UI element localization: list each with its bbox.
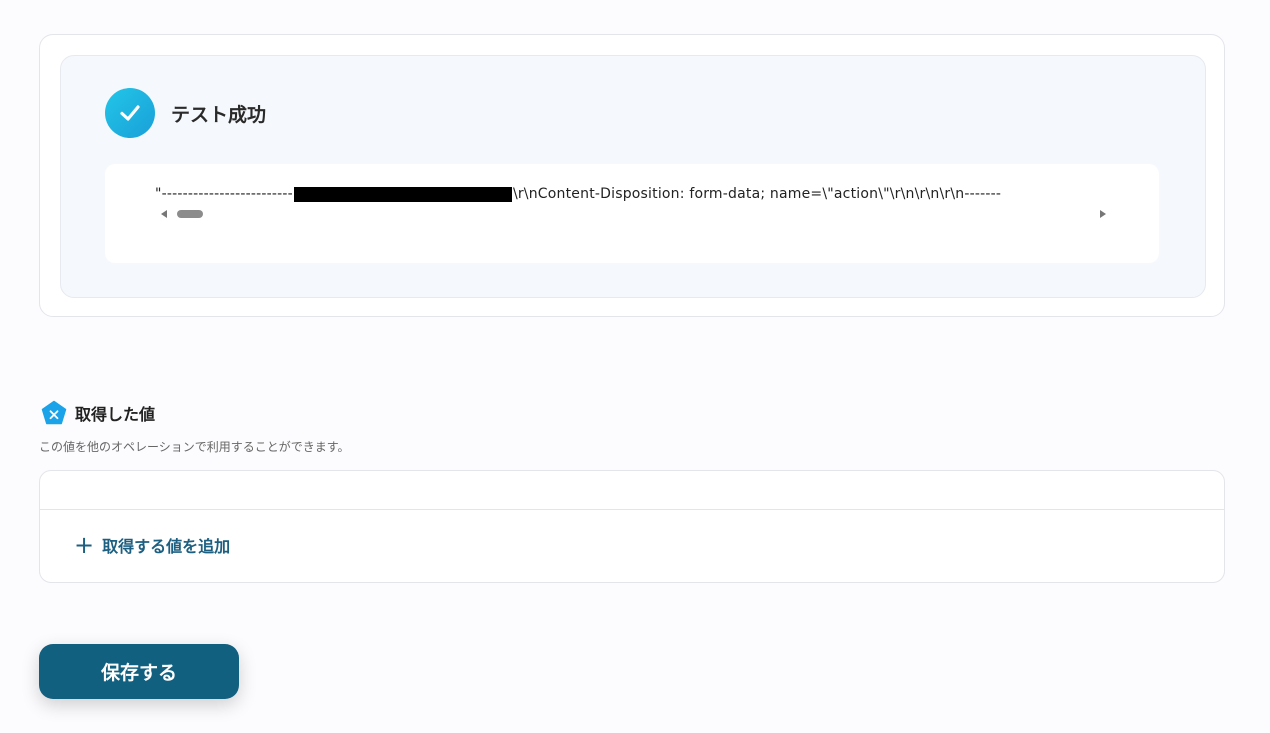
scroll-right-arrow-icon[interactable] xyxy=(1100,210,1106,218)
test-result-card: テスト成功 "------------------------- \r\nCont… xyxy=(39,34,1225,317)
save-button[interactable]: 保存する xyxy=(39,644,239,699)
redaction-block xyxy=(293,186,512,202)
test-output-text: "------------------------- \r\nContent-Di… xyxy=(155,186,1110,206)
pentagon-x-icon xyxy=(41,400,67,425)
acquired-values-card: + 取得する値を追加 xyxy=(39,470,1225,583)
test-result-panel: テスト成功 "------------------------- \r\nCont… xyxy=(60,55,1206,298)
horizontal-scrollbar[interactable] xyxy=(161,208,1106,220)
acquired-values-header: 取得した値 xyxy=(41,400,155,426)
scrollbar-thumb[interactable] xyxy=(177,210,203,218)
acquired-values-description: この値を他のオペレーションで利用することができます。 xyxy=(39,440,350,454)
divider xyxy=(40,509,1224,510)
check-circle-icon xyxy=(105,88,155,138)
test-output-box: "------------------------- \r\nContent-Di… xyxy=(105,164,1159,263)
output-suffix: \r\nContent-Disposition: form-data; name… xyxy=(512,186,1002,202)
plus-icon: + xyxy=(74,531,95,559)
add-value-label: 取得する値を追加 xyxy=(102,537,231,556)
test-status-title: テスト成功 xyxy=(171,104,267,126)
scroll-left-arrow-icon[interactable] xyxy=(161,210,167,218)
acquired-values-title: 取得した値 xyxy=(75,405,156,424)
output-prefix: "------------------------- xyxy=(155,186,293,202)
add-value-button[interactable]: + 取得する値を追加 xyxy=(74,531,230,559)
